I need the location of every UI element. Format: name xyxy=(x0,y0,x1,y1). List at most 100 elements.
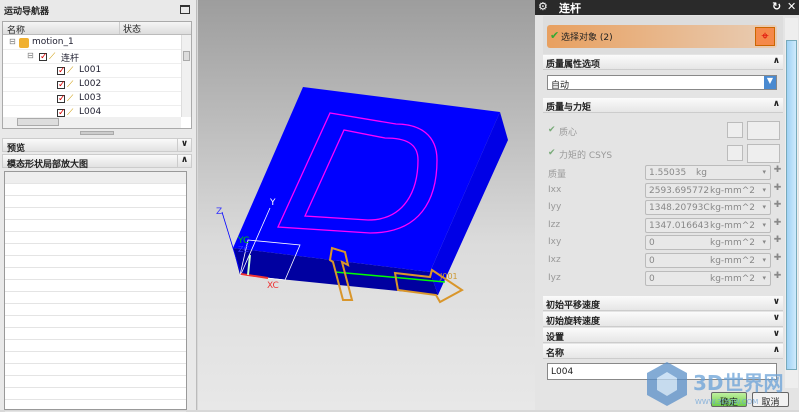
property-field[interactable]: 0 kg-mm^2 ▾ xyxy=(645,235,771,251)
list-row xyxy=(5,304,186,316)
list-row xyxy=(5,244,186,256)
tree-item-label: L002 xyxy=(79,79,102,89)
property-label: 质量 xyxy=(548,170,567,180)
tree-item-label: L003 xyxy=(79,93,102,103)
property-field[interactable]: 0 kg-mm^2 ▾ xyxy=(645,270,771,286)
property-row: Ixx 2593.695772 kg-mm^2 ▾ ✚ xyxy=(543,182,783,199)
property-field[interactable]: 2593.695772 kg-mm^2 ▾ xyxy=(645,182,771,198)
mass-moment-label: 质量与力矩 xyxy=(546,103,592,113)
point-dialog-icon[interactable] xyxy=(727,122,743,138)
property-field[interactable]: 1347.016643 kg-mm^2 ▾ xyxy=(645,217,771,233)
property-unit: kg-mm^2 xyxy=(710,273,755,284)
property-label: Iyz xyxy=(548,272,561,283)
dropdown-arrow-icon[interactable]: ▾ xyxy=(762,238,766,246)
splitter-handle[interactable] xyxy=(80,131,114,135)
crosshair-icon[interactable]: ⌖ xyxy=(755,27,775,46)
chevron-down-icon[interactable]: ∨ xyxy=(773,297,780,307)
list-row xyxy=(5,196,186,208)
property-field[interactable]: 1.55035 kg ▾ xyxy=(645,165,771,180)
list-row xyxy=(5,256,186,268)
dropdown-arrow-icon[interactable]: ▼ xyxy=(764,76,776,89)
formula-icon[interactable]: ✚ xyxy=(772,218,783,233)
tree-row[interactable]: ⊟ ✓ ⟋ 连杆 xyxy=(3,50,181,64)
dropdown-arrow-icon[interactable]: ▾ xyxy=(762,168,766,176)
csys-dialog-icon[interactable] xyxy=(727,145,743,161)
csys-type-dropdown[interactable] xyxy=(747,144,780,163)
axis-y-label: Y xyxy=(269,198,276,208)
center-of-mass-row[interactable]: ✔ 质心 xyxy=(543,121,783,140)
point-type-dropdown[interactable] xyxy=(747,121,780,140)
checkbox[interactable]: ✓ xyxy=(57,67,66,76)
dropdown-arrow-icon[interactable]: ▾ xyxy=(762,186,766,194)
property-field[interactable]: 1348.20793C kg-mm^2 ▾ xyxy=(645,200,771,216)
property-label: Ixz xyxy=(548,255,561,265)
mode-shape-section[interactable]: 模态形状局部放大图 ∧ xyxy=(2,154,192,170)
chevron-down-icon[interactable]: ∨ xyxy=(773,313,780,323)
mass-props-dropdown[interactable]: 自动 ▼ xyxy=(547,75,777,91)
section-label: 初始旋转速度 xyxy=(546,317,601,327)
tree-row[interactable]: ✓ ⟋ L002 xyxy=(3,78,181,92)
dropdown-arrow-icon[interactable]: ▾ xyxy=(762,221,766,229)
formula-icon[interactable]: ✚ xyxy=(772,235,783,250)
tree-row[interactable]: ⊟ motion_1 xyxy=(3,36,181,50)
collapse-icon[interactable]: ⊟ xyxy=(9,37,16,46)
graphics-viewport[interactable]: Z Y YC ZC XC J001 xyxy=(198,0,535,410)
mode-shape-list[interactable] xyxy=(4,171,187,412)
tree-item-label: L004 xyxy=(79,107,102,117)
checkbox[interactable]: ✓ xyxy=(57,109,66,118)
property-field[interactable]: 0 kg-mm^2 ▾ xyxy=(645,253,771,268)
chevron-up-icon[interactable]: ∧ xyxy=(773,345,780,355)
property-unit: kg-mm^2 xyxy=(710,256,755,266)
preview-section[interactable]: 预览 ∨ xyxy=(2,138,192,154)
tree-horizontal-scrollbar[interactable] xyxy=(3,117,181,128)
joint-label: J001 xyxy=(439,272,458,281)
list-row xyxy=(5,184,186,196)
collapsed-section[interactable]: 设置 ∨ xyxy=(543,328,783,343)
close-icon[interactable]: ✕ xyxy=(787,0,796,13)
dropdown-arrow-icon[interactable]: ▾ xyxy=(762,256,766,264)
checkbox[interactable]: ✓ xyxy=(39,53,48,62)
chevron-down-icon[interactable]: ∨ xyxy=(773,329,780,339)
formula-icon[interactable]: ✚ xyxy=(772,200,783,215)
formula-icon[interactable]: ✚ xyxy=(772,165,783,180)
property-row: Izz 1347.016643 kg-mm^2 ▾ ✚ xyxy=(543,217,783,234)
property-label: Ixy xyxy=(548,237,562,248)
collapsed-section[interactable]: 初始旋转速度 ∨ xyxy=(543,312,783,327)
formula-icon[interactable]: ✚ xyxy=(772,183,783,198)
dialog-scrollbar[interactable] xyxy=(785,18,798,388)
list-row xyxy=(5,352,186,364)
list-row xyxy=(5,364,186,376)
list-row xyxy=(5,232,186,244)
tree-row[interactable]: ✓ ⟋ L003 xyxy=(3,92,181,106)
gear-icon[interactable]: ⚙ xyxy=(538,0,548,13)
dropdown-arrow-icon[interactable]: ▾ xyxy=(762,203,766,211)
select-object-row[interactable]: ✔ 选择对象 (2) ⌖ xyxy=(547,25,777,48)
tree-row[interactable]: ✓ ⟋ L001 xyxy=(3,64,181,78)
tree-vertical-scrollbar[interactable] xyxy=(181,35,191,117)
formula-icon[interactable]: ✚ xyxy=(772,253,783,268)
column-status[interactable]: 状态 xyxy=(119,22,141,35)
chevron-down-icon[interactable]: ∨ xyxy=(177,139,191,151)
chevron-up-icon[interactable]: ∧ xyxy=(773,56,780,66)
column-name[interactable]: 名称 xyxy=(7,23,25,36)
mass-moment-section[interactable]: 质量与力矩 ∧ xyxy=(543,98,783,113)
checkbox[interactable]: ✓ xyxy=(57,95,66,104)
moment-csys-row[interactable]: ✔ 力矩的 CSYS xyxy=(543,144,783,163)
reset-icon[interactable]: ↻ xyxy=(772,0,781,13)
property-row: Iyz 0 kg-mm^2 ▾ ✚ xyxy=(543,270,783,287)
checkbox[interactable]: ✓ xyxy=(57,81,66,90)
mass-props-section[interactable]: 质量属性选项 ∧ xyxy=(543,55,783,70)
dropdown-arrow-icon[interactable]: ▾ xyxy=(762,274,766,282)
list-row xyxy=(5,172,186,184)
list-row xyxy=(5,220,186,232)
link-icon: ⟋ xyxy=(67,80,74,90)
name-section[interactable]: 名称 ∧ xyxy=(543,344,783,359)
collapsed-section[interactable]: 初始平移速度 ∨ xyxy=(543,296,783,311)
chevron-up-icon[interactable]: ∧ xyxy=(773,99,780,109)
maximize-icon[interactable] xyxy=(180,5,190,14)
name-value: L004 xyxy=(551,367,574,377)
chevron-up-icon[interactable]: ∧ xyxy=(177,155,191,167)
formula-icon[interactable]: ✚ xyxy=(772,271,783,286)
mode-shape-label: 模态形状局部放大图 xyxy=(7,160,89,170)
collapse-icon[interactable]: ⊟ xyxy=(27,51,34,60)
